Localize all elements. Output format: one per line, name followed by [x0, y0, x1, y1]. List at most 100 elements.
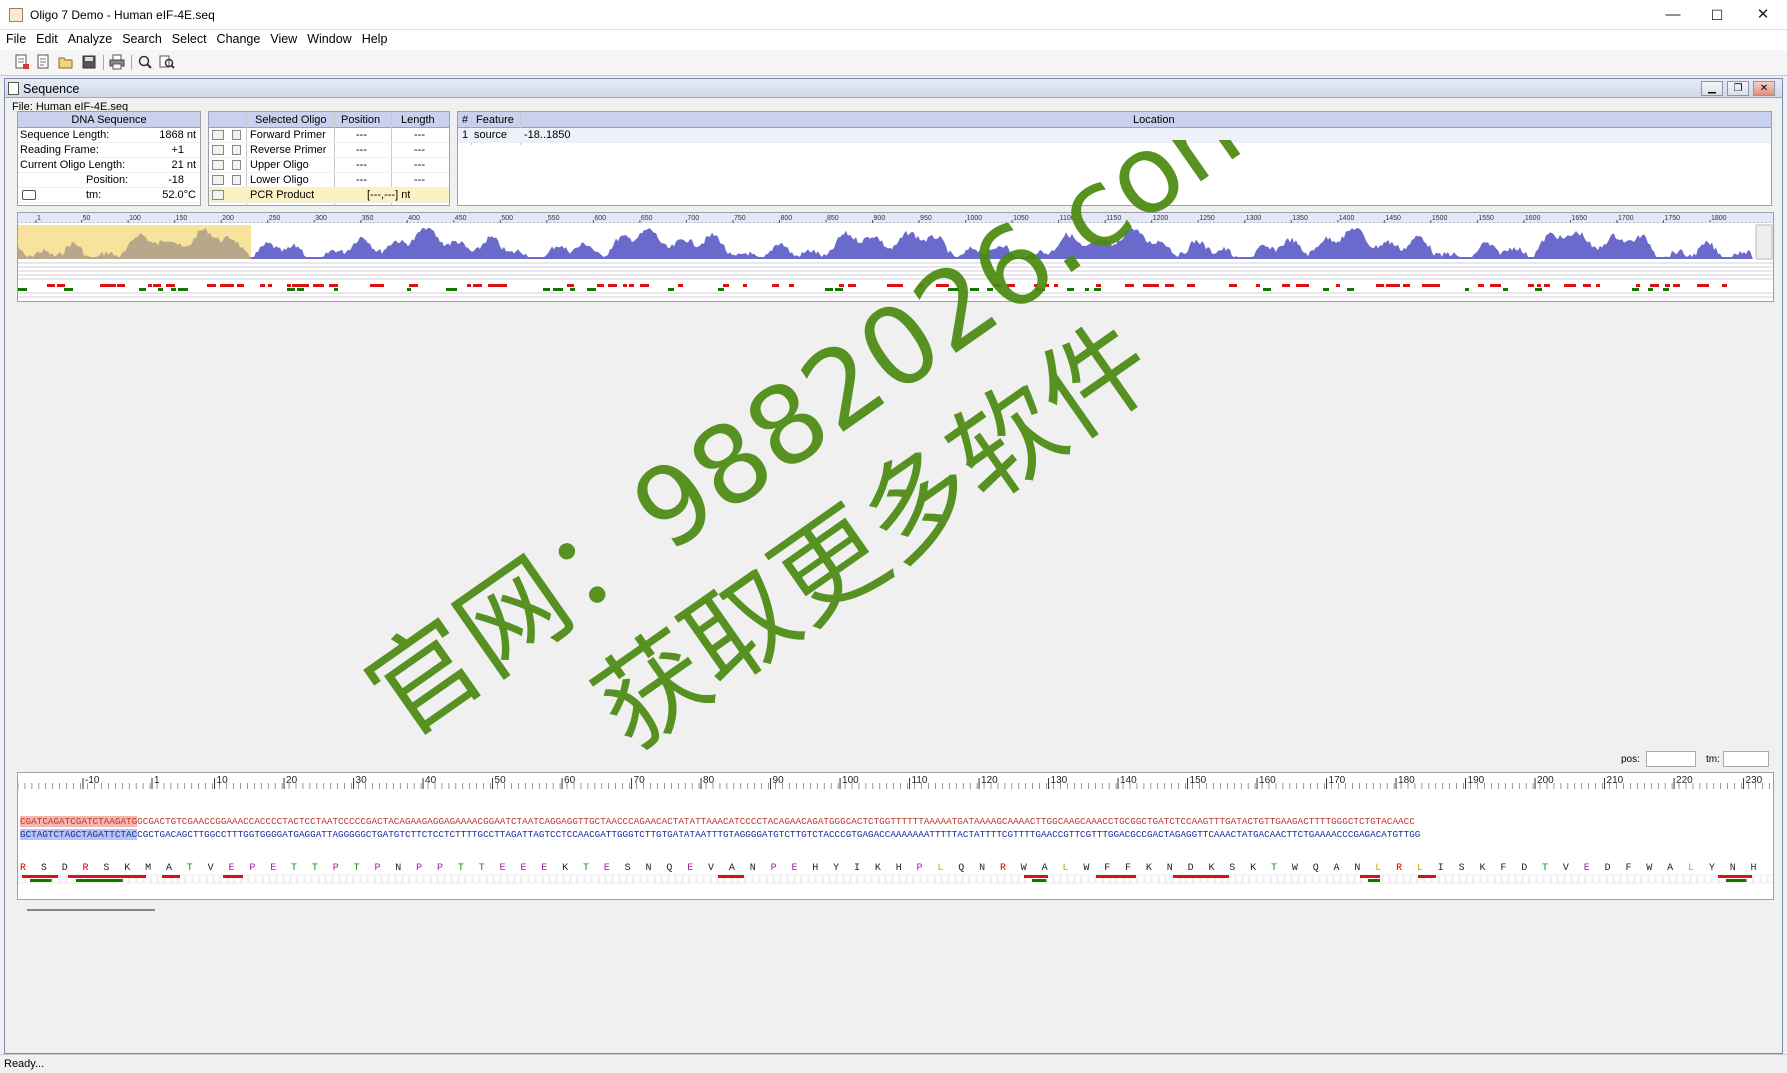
detail-tick-label: 220	[1676, 775, 1693, 786]
amino-grid-cell	[507, 874, 515, 884]
amino-grid-cell	[1228, 874, 1236, 884]
maximize-button[interactable]: ☐	[1697, 4, 1737, 26]
amino-grid-cell	[1165, 874, 1173, 884]
overview-mark-red	[1165, 284, 1174, 287]
menu-view[interactable]: View	[264, 30, 301, 46]
overview-mark-red	[1427, 284, 1434, 287]
horizontal-scroll-thumb[interactable]	[27, 909, 155, 911]
amino-acid: P	[437, 863, 443, 874]
oligo-check-icon[interactable]	[232, 175, 241, 185]
sequence-overview[interactable]: 1 50 100 150 200 250 300 350 400 450 500 550 600 650 7…	[17, 212, 1787, 302]
oligo-check-icon[interactable]	[232, 145, 241, 155]
amino-acid: D	[1605, 863, 1611, 874]
menu-analyze[interactable]: Analyze	[62, 30, 116, 46]
overview-mark-red	[919, 284, 923, 287]
overview-mark-red	[1188, 284, 1195, 287]
tm-field[interactable]	[1723, 751, 1769, 767]
oligo-view-icon[interactable]	[212, 160, 224, 170]
amino-acid: K	[1208, 863, 1214, 874]
open-folder-icon[interactable]	[57, 54, 75, 71]
new-document-icon[interactable]	[35, 54, 53, 71]
feature-row[interactable]: 1 source -18..1850	[458, 128, 1771, 143]
detail-ruler-bg	[18, 773, 1773, 789]
oligo-row-pcr-product[interactable]: PCR Product [---,---] nt	[209, 188, 449, 203]
oligo-view-icon[interactable]	[212, 175, 224, 185]
overview-mark-red	[1478, 284, 1484, 287]
oligo-row-lower[interactable]: Lower Oligo --- ---	[209, 173, 449, 188]
menu-edit[interactable]: Edit	[30, 30, 62, 46]
pcr-view-icon[interactable]	[212, 190, 224, 200]
oligo-view-icon[interactable]	[212, 130, 224, 140]
bottom-strand-rest: CGCTGACAGCTTGGCCTTTGGTGGGGATGAGGATTAGGGG…	[137, 829, 1421, 840]
detail-tick-label: 200	[1537, 775, 1554, 786]
dna-row-tm: tm: 52.0°C	[18, 188, 200, 203]
detail-tick-label: 20	[286, 775, 298, 786]
minimize-button[interactable]: —	[1653, 4, 1693, 26]
sequence-top-strand[interactable]: CGATCAGATCGATCTAAGATGGCGACTGTCGAACCGGAAA…	[20, 816, 1415, 827]
find-replace-icon[interactable]	[158, 54, 176, 71]
overview-mark-green	[407, 288, 411, 291]
overview-mark-green	[668, 288, 674, 291]
sequence-window-titlebar[interactable]: Sequence ▁ ❐ ✕	[5, 79, 1782, 98]
save-icon[interactable]	[80, 54, 98, 71]
oligo-view-icon[interactable]	[212, 145, 224, 155]
oligo-row-forward[interactable]: Forward Primer --- ---	[209, 128, 449, 143]
amino-acid: P	[917, 863, 923, 874]
amino-grid-cell	[885, 874, 893, 884]
window-title: Oligo 7 Demo - Human eIF-4E.seq	[30, 8, 215, 22]
oligo-row-upper[interactable]: Upper Oligo --- ---	[209, 158, 449, 173]
amino-grid-cell	[1144, 874, 1152, 884]
menu-select[interactable]: Select	[166, 30, 211, 46]
amino-acid: T	[1542, 863, 1548, 874]
amino-grid-cell	[1529, 874, 1537, 884]
overview-graph[interactable]: 1 50 100 150 200 250 300 350 400 450 500 550 600 650 7…	[17, 213, 1787, 301]
amino-grid-cell	[1305, 874, 1313, 884]
overview-tick-label: 1800	[1711, 215, 1727, 222]
child-close-button[interactable]: ✕	[1753, 81, 1775, 96]
oligo-check-icon[interactable]	[232, 130, 241, 140]
menu-search[interactable]: Search	[116, 30, 166, 46]
find-icon[interactable]	[136, 54, 154, 71]
new-sequence-icon[interactable]	[13, 54, 31, 71]
sequence-bottom-strand[interactable]: GCTAGTCTAGCTAGATTCTACCGCTGACAGCTTGGCCTTT…	[20, 829, 1420, 840]
amino-mark-red	[718, 875, 744, 878]
pos-field[interactable]	[1646, 751, 1696, 767]
menu-help[interactable]: Help	[356, 30, 392, 46]
amino-mark-red	[1096, 875, 1136, 878]
sequence-detail-pane[interactable]: -10 1 10 20 30 40 50 60 70 80 90 100 110 120 130 140 150…	[17, 772, 1774, 900]
overview-mark-green	[825, 288, 833, 291]
amino-grid-cell	[570, 874, 578, 884]
amino-grid-cell	[549, 874, 557, 884]
amino-acid: P	[771, 863, 777, 874]
menu-window[interactable]: Window	[301, 30, 355, 46]
amino-acid: R	[83, 863, 89, 874]
tm-calc-icon[interactable]	[22, 190, 36, 200]
amino-grid-cell	[388, 874, 396, 884]
menu-file[interactable]: File	[0, 30, 30, 46]
amino-grid-cell	[416, 874, 424, 884]
child-minimize-button[interactable]: ▁	[1701, 81, 1723, 96]
amino-acid: K	[1480, 863, 1486, 874]
overview-mark-red	[117, 284, 125, 287]
overview-mark-red	[166, 284, 175, 287]
amino-mark-red	[162, 875, 180, 878]
amino-acid: S	[1459, 863, 1465, 874]
detail-tick-label: 80	[703, 775, 715, 786]
amino-grid-cell	[1508, 874, 1516, 884]
overview-tick-label: 350	[362, 215, 374, 222]
oligo-check-icon[interactable]	[232, 160, 241, 170]
amino-grid-cell	[836, 874, 844, 884]
amino-grid-cell	[493, 874, 501, 884]
print-icon[interactable]	[108, 54, 126, 71]
overview-mark-red	[1403, 284, 1408, 287]
amino-grid-cell	[304, 874, 312, 884]
close-button[interactable]: ✕	[1743, 4, 1783, 26]
amino-acid: S	[1229, 863, 1235, 874]
overview-mark-green	[543, 288, 550, 291]
overview-mark-red	[1296, 284, 1304, 287]
amino-grid-cell	[1711, 874, 1719, 884]
oligo-row-reverse[interactable]: Reverse Primer --- ---	[209, 143, 449, 158]
menu-change[interactable]: Change	[211, 30, 265, 46]
overview-mark-red	[373, 284, 379, 287]
child-restore-button[interactable]: ❐	[1727, 81, 1749, 96]
